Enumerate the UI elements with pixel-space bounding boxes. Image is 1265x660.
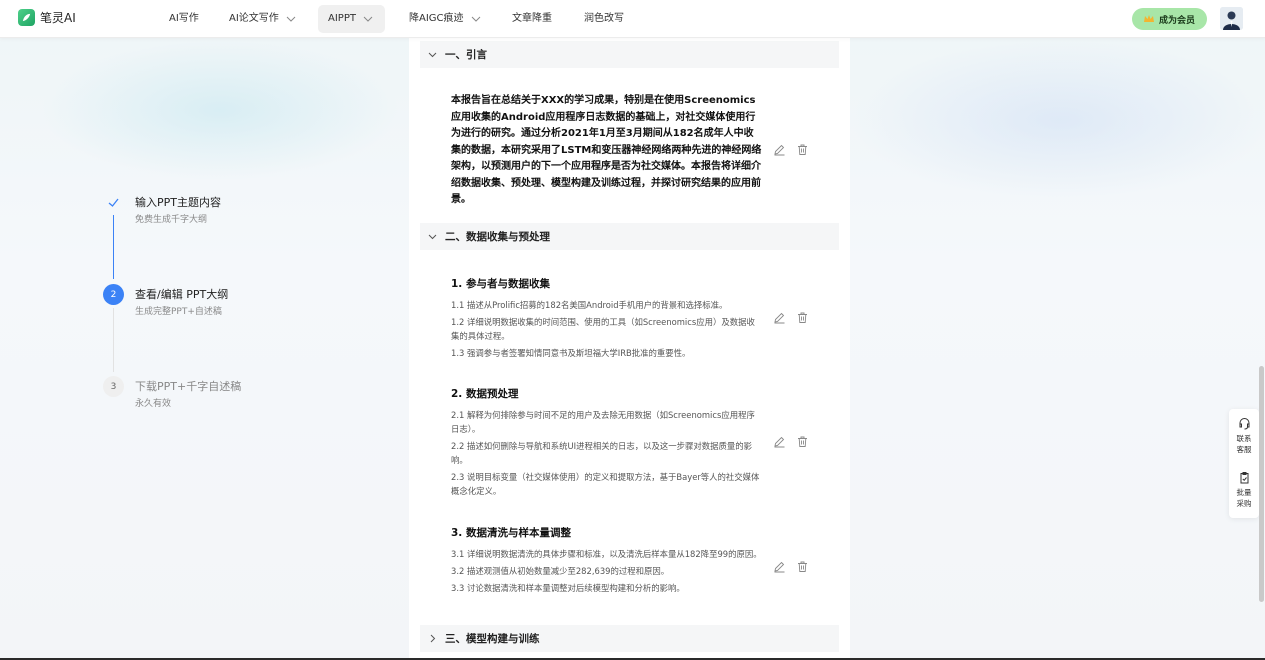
- subsection-title: 2. 数据预处理: [451, 388, 519, 400]
- step-connector: [113, 215, 114, 279]
- delete-icon[interactable]: [796, 311, 809, 324]
- subsection-cleaning[interactable]: 3. 数据清洗与样本量调整 3.1 详细说明数据清洗的具体步骤和标准，以及清洗后…: [451, 525, 763, 598]
- nav-label: 润色改写: [584, 13, 624, 24]
- chevron-down-icon: [428, 234, 437, 240]
- subsection-item: 2.2 描述如何删除与导航和系统UI进程相关的日志，以及这一步骤对数据质量的影响…: [451, 441, 752, 465]
- edit-icon[interactable]: [773, 143, 786, 156]
- section-header-data-collection[interactable]: 二、数据收集与预处理: [420, 223, 839, 250]
- become-member-button[interactable]: 成为会员: [1132, 8, 1207, 30]
- floating-service-panel: 联系 客服 批量 采购: [1229, 409, 1259, 518]
- headset-icon: [1239, 417, 1249, 430]
- nav-label: AI写作: [169, 13, 199, 24]
- member-button-label: 成为会员: [1158, 15, 1195, 26]
- crown-icon: [1143, 15, 1154, 22]
- section-title: 二、数据收集与预处理: [445, 231, 550, 243]
- nav-ai-writing[interactable]: AI写作: [159, 5, 209, 33]
- subsection-title: 1. 参与者与数据收集: [451, 278, 550, 290]
- delete-icon[interactable]: [796, 435, 809, 448]
- clipboard-icon: [1240, 472, 1248, 484]
- edit-icon[interactable]: [773, 435, 786, 448]
- nav-label: AI论文写作: [229, 13, 279, 24]
- subsection-title: 3. 数据清洗与样本量调整: [451, 527, 571, 539]
- subsection-item: 1.3 强调参与者签署知情同意书及斯坦福大学IRB批准的重要性。: [451, 348, 691, 358]
- step-subtitle: 永久有效: [135, 399, 172, 409]
- check-icon: [103, 192, 124, 213]
- chevron-down-icon: [363, 16, 373, 22]
- section-header-model-building[interactable]: 三、模型构建与训练: [420, 625, 839, 652]
- intro-actions: [773, 143, 809, 156]
- subsection-actions: [773, 435, 809, 448]
- step-number: 2: [103, 284, 124, 305]
- subsection-item: 3.1 详细说明数据清洗的具体步骤和标准，以及清洗后样本量从182降至99的原因…: [451, 549, 762, 559]
- step-title: 输入PPT主题内容: [135, 196, 221, 209]
- background-glow: [40, 40, 400, 180]
- subsection-item: 2.3 说明目标变量（社交媒体使用）的定义和提取方法，基于Bayer等人的社交媒…: [451, 472, 760, 496]
- nav-reduce-aigc[interactable]: 降AIGC痕迹: [399, 5, 491, 33]
- step-title: 下载PPT+千字自述稿: [135, 380, 242, 393]
- background-glow: [850, 40, 1265, 200]
- nav-label: 文章降重: [512, 13, 552, 24]
- nav-label: 降AIGC痕迹: [409, 13, 464, 24]
- chevron-right-icon: [430, 634, 436, 643]
- float-label: 联系: [1236, 434, 1252, 443]
- float-label: 批量: [1236, 488, 1252, 497]
- intro-paragraph: 本报告旨在总结关于XXX的学习成果，特别是在使用Screenomics应用收集的…: [451, 95, 762, 205]
- section-header-intro[interactable]: 一、引言: [420, 41, 839, 68]
- edit-icon[interactable]: [773, 311, 786, 324]
- outline-panel: 一、引言 本报告旨在总结关于XXX的学习成果，特别是在使用Screenomics…: [409, 38, 850, 660]
- subsection-item: 1.1 描述从Prolific招募的182名美国Android手机用户的背景和选…: [451, 300, 728, 310]
- nav-article-dedup[interactable]: 文章降重: [502, 5, 562, 33]
- nav-aippt[interactable]: AIPPT: [318, 5, 385, 33]
- subsection-preprocessing[interactable]: 2. 数据预处理 2.1 解释为何排除参与时间不足的用户及去除无用数据（如Scr…: [451, 386, 763, 501]
- step-subtitle: 生成完整PPT+自述稿: [135, 307, 222, 317]
- intro-paragraph-block[interactable]: 本报告旨在总结关于XXX的学习成果，特别是在使用Screenomics应用收集的…: [451, 93, 763, 209]
- section-title: 一、引言: [445, 49, 487, 61]
- delete-icon[interactable]: [796, 560, 809, 573]
- chevron-down-icon: [471, 16, 480, 22]
- bulk-purchase-button[interactable]: 批量 采购: [1229, 471, 1259, 509]
- top-navigation-bar: 笔灵AI AI写作 AI论文写作 AIPPT 降AIGC痕迹 文章降重 润色改写…: [0, 0, 1265, 38]
- subsection-item: 3.2 描述观测值从初始数量减少至282,639的过程和原因。: [451, 566, 670, 576]
- nav-ai-paper-writing[interactable]: AI论文写作: [219, 5, 306, 33]
- step-number: 3: [103, 376, 124, 397]
- subsection-item: 2.1 解释为何排除参与时间不足的用户及去除无用数据（如Screenomics应…: [451, 410, 755, 434]
- nav-label: AIPPT: [328, 13, 356, 24]
- subsection-item: 1.2 详细说明数据收集的时间范围、使用的工具（如Screenomics应用）及…: [451, 317, 755, 341]
- chevron-down-icon: [286, 16, 296, 22]
- float-label: 客服: [1236, 445, 1252, 454]
- subsection-actions: [773, 560, 809, 573]
- nav-polish-rewrite[interactable]: 润色改写: [574, 5, 634, 33]
- step-subtitle: 免费生成千字大纲: [135, 215, 208, 225]
- scrollbar-thumb[interactable]: [1259, 366, 1264, 602]
- float-label: 采购: [1236, 499, 1252, 508]
- chevron-down-icon: [428, 52, 437, 58]
- subsection-actions: [773, 311, 809, 324]
- edit-icon[interactable]: [773, 560, 786, 573]
- app-logo[interactable]: 笔灵AI: [18, 9, 76, 26]
- logo-icon: [18, 9, 35, 26]
- subsection-participants[interactable]: 1. 参与者与数据收集 1.1 描述从Prolific招募的182名美国Andr…: [451, 276, 763, 363]
- subsection-item: 3.3 讨论数据清洗和样本量调整对后续模型构建和分析的影响。: [451, 583, 685, 593]
- user-avatar[interactable]: [1220, 7, 1243, 30]
- contact-support-button[interactable]: 联系 客服: [1229, 417, 1259, 455]
- section-title: 三、模型构建与训练: [445, 633, 540, 645]
- app-name: 笔灵AI: [40, 11, 76, 25]
- step-title: 查看/编辑 PPT大纲: [135, 288, 229, 301]
- step-connector: [113, 308, 114, 372]
- delete-icon[interactable]: [796, 143, 809, 156]
